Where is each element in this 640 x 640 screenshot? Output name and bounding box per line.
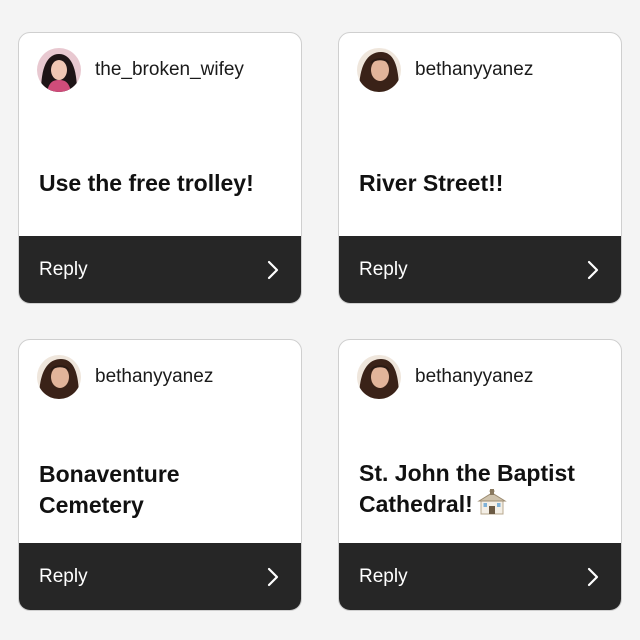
question-response-card: bethanyyanez River Street!! Reply bbox=[338, 32, 622, 304]
church-icon bbox=[476, 488, 507, 523]
user-avatar-icon[interactable] bbox=[37, 355, 81, 399]
chevron-right-icon bbox=[267, 260, 279, 280]
question-response-card: the_broken_wifey Use the free trolley! R… bbox=[18, 32, 302, 304]
reply-button[interactable]: Reply bbox=[339, 236, 621, 303]
question-response-card: bethanyyanez St. John the Baptist Cathed… bbox=[338, 339, 622, 611]
reply-button[interactable]: Reply bbox=[19, 543, 301, 610]
user-avatar-icon[interactable] bbox=[357, 355, 401, 399]
response-text: Bonaventure Cemetery bbox=[39, 440, 287, 540]
username[interactable]: the_broken_wifey bbox=[95, 59, 244, 81]
reply-label: Reply bbox=[359, 565, 408, 587]
response-text: River Street!! bbox=[359, 133, 607, 233]
username[interactable]: bethanyyanez bbox=[415, 59, 533, 81]
card-header: bethanyyanez bbox=[357, 48, 533, 92]
user-avatar-icon[interactable] bbox=[357, 48, 401, 92]
chevron-right-icon bbox=[267, 567, 279, 587]
response-text-label: Bonaventure Cemetery bbox=[39, 461, 180, 518]
username[interactable]: bethanyyanez bbox=[415, 366, 533, 388]
reply-button[interactable]: Reply bbox=[339, 543, 621, 610]
response-text: Use the free trolley! bbox=[39, 133, 287, 233]
reply-label: Reply bbox=[39, 258, 88, 280]
card-header: bethanyyanez bbox=[37, 355, 213, 399]
chevron-right-icon bbox=[587, 260, 599, 280]
response-text-label: Use the free trolley! bbox=[39, 169, 254, 196]
response-text-value: St. John the Baptist Cathedral! bbox=[359, 459, 575, 517]
chevron-right-icon bbox=[587, 567, 599, 587]
reply-label: Reply bbox=[359, 258, 408, 280]
response-text-label: St. John the Baptist Cathedral! bbox=[359, 458, 575, 523]
question-response-card: bethanyyanez Bonaventure Cemetery Reply bbox=[18, 339, 302, 611]
response-text: St. John the Baptist Cathedral! bbox=[359, 440, 607, 540]
username[interactable]: bethanyyanez bbox=[95, 366, 213, 388]
reply-label: Reply bbox=[39, 565, 88, 587]
card-header: the_broken_wifey bbox=[37, 48, 244, 92]
card-header: bethanyyanez bbox=[357, 355, 533, 399]
user-avatar-icon[interactable] bbox=[37, 48, 81, 92]
reply-button[interactable]: Reply bbox=[19, 236, 301, 303]
response-text-label: River Street!! bbox=[359, 169, 504, 196]
